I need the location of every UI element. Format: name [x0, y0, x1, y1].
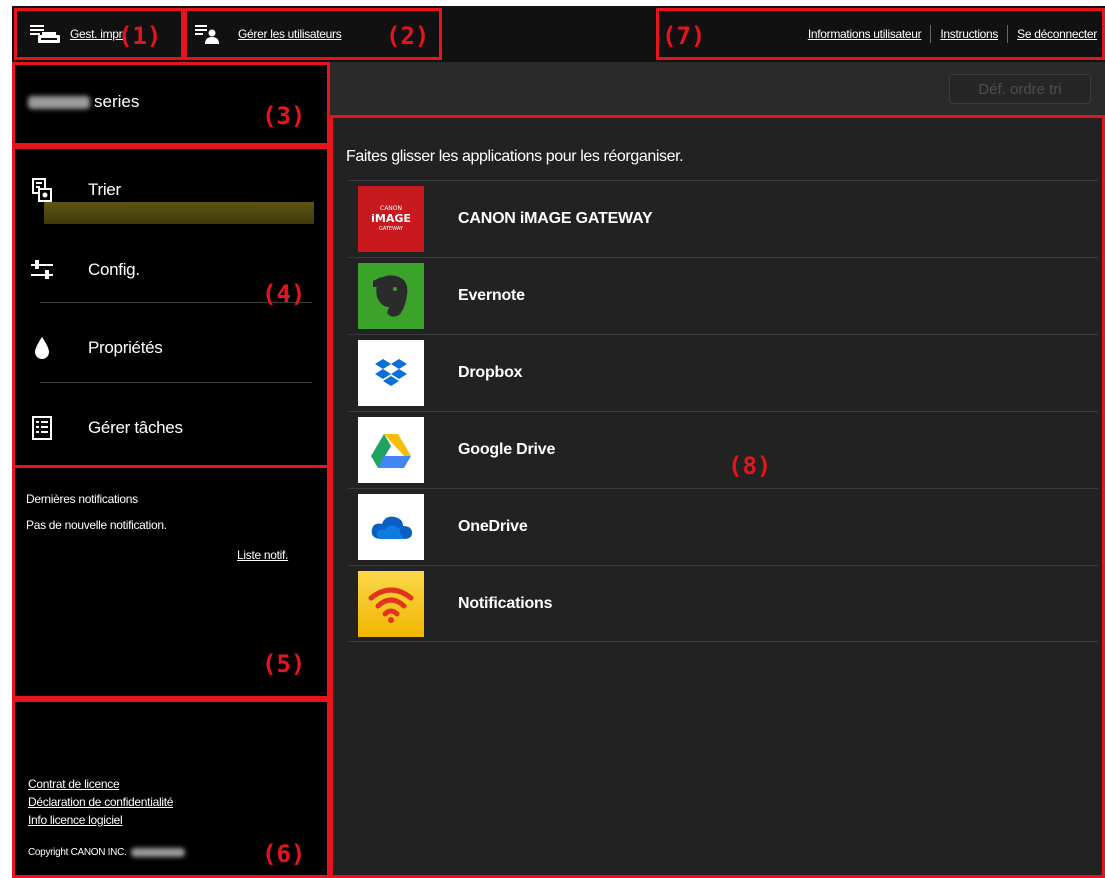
user-links: Informations utilisateur Instructions Se… — [808, 6, 1097, 62]
settings-sliders-icon — [31, 260, 53, 279]
task-list-icon — [32, 416, 52, 440]
instructions-link[interactable]: Instructions — [940, 27, 998, 41]
dropbox-icon — [358, 340, 424, 406]
sort-icon — [32, 178, 52, 202]
app-name: CANON iMAGE GATEWAY — [458, 210, 653, 227]
notification-list-link[interactable]: Liste notif. — [237, 548, 288, 562]
printer-model-redacted — [28, 95, 90, 109]
privacy-statement-link[interactable]: Déclaration de confidentialité — [28, 795, 173, 809]
annotation-label-4: (4) — [262, 280, 306, 308]
annotation-label-1: (1) — [118, 22, 162, 50]
manage-users-label: Gérer les utilisateurs — [238, 27, 342, 41]
annotation-label-5: (5) — [262, 650, 306, 678]
app-window: Gest. impr. Gérer les utilisateurs Infor… — [12, 6, 1105, 878]
software-license-info-link[interactable]: Info licence logiciel — [28, 813, 123, 827]
app-name: Dropbox — [458, 364, 523, 381]
nav-label-sort: Trier — [88, 180, 121, 199]
nav-label-config: Config. — [88, 260, 140, 279]
app-row-notifications[interactable]: Notifications — [348, 565, 1098, 642]
license-agreement-link[interactable]: Contrat de licence — [28, 777, 120, 791]
screenshot-frame: Gest. impr. Gérer les utilisateurs Infor… — [0, 0, 1105, 878]
app-name: Evernote — [458, 287, 525, 304]
annotation-label-6: (6) — [262, 840, 306, 868]
notifications-title: Dernières notifications — [26, 492, 138, 506]
annotation-label-8: (8) — [728, 452, 772, 480]
drag-hint-text: Faites glisser les applications pour les… — [346, 148, 684, 165]
nav-item-properties[interactable]: Propriétés — [12, 318, 330, 378]
notifications-wifi-icon — [358, 570, 424, 637]
app-row-canon-image-gateway[interactable]: CANON iMAGE GATEWAY CANON iMAGE GATEWAY — [348, 180, 1098, 257]
notifications-empty-text: Pas de nouvelle notification. — [26, 518, 167, 532]
nav-item-sort[interactable]: Trier — [12, 166, 330, 214]
top-bar: Gest. impr. Gérer les utilisateurs Infor… — [12, 6, 1105, 62]
copyright-text: Copyright CANON INC. — [28, 847, 127, 858]
link-divider — [1007, 25, 1009, 43]
app-row-google-drive[interactable]: Google Drive — [348, 411, 1098, 488]
annotation-label-3: (3) — [262, 102, 306, 130]
user-info-link[interactable]: Informations utilisateur — [808, 27, 922, 41]
printer-series-label: series — [94, 92, 140, 111]
annotation-label-7: (7) — [662, 22, 706, 50]
app-row-dropbox[interactable]: Dropbox — [348, 334, 1098, 411]
app-row-evernote[interactable]: Evernote — [348, 257, 1098, 334]
nav-label-manage-tasks: Gérer tâches — [88, 418, 183, 437]
printer-icon — [30, 25, 60, 43]
google-drive-icon — [358, 417, 424, 483]
printer-management-label: Gest. impr. — [70, 27, 125, 41]
main-panel: Déf. ordre tri Faites glisser les applic… — [330, 62, 1105, 878]
logout-link[interactable]: Se déconnecter — [1017, 27, 1097, 41]
set-sort-order-button[interactable]: Déf. ordre tri — [949, 74, 1091, 104]
canon-image-gateway-icon: CANON iMAGE GATEWAY — [358, 186, 424, 252]
manage-users-button[interactable]: Gérer les utilisateurs — [194, 6, 342, 62]
printer-management-button[interactable]: Gest. impr. — [28, 6, 125, 62]
sidebar: series Trier Config. Propriétés Gérer tâ… — [12, 62, 330, 878]
annotation-label-2: (2) — [386, 22, 430, 50]
app-name: OneDrive — [458, 518, 528, 535]
printer-name: series — [28, 92, 139, 112]
app-name: Google Drive — [458, 441, 556, 458]
copyright: Copyright CANON INC. — [28, 847, 186, 858]
app-row-onedrive[interactable]: OneDrive — [348, 488, 1098, 565]
copyright-year-redacted — [131, 848, 186, 857]
nav-divider — [40, 382, 312, 383]
onedrive-icon — [358, 494, 424, 560]
main-toolbar: Déf. ordre tri — [330, 62, 1105, 116]
ink-drop-icon — [35, 337, 49, 359]
nav-item-manage-tasks[interactable]: Gérer tâches — [12, 398, 330, 458]
evernote-icon — [358, 263, 424, 329]
nav-label-properties: Propriétés — [88, 338, 163, 357]
app-name: Notifications — [458, 594, 553, 612]
manage-users-icon — [195, 25, 219, 44]
link-divider — [930, 25, 932, 43]
